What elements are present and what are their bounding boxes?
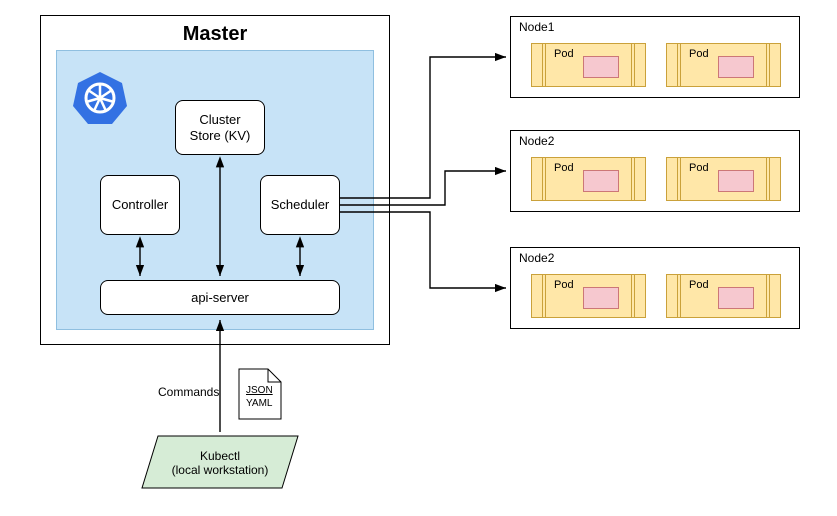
file-label-yaml: YAML <box>246 398 273 409</box>
node-3-pod-1: Pod <box>531 274 646 318</box>
node-2-pod-2: Pod <box>666 157 781 201</box>
node-3-pod-2: Pod <box>666 274 781 318</box>
api-server-box: api-server <box>100 280 340 315</box>
node-2-title: Node2 <box>519 134 554 148</box>
commands-label: Commands <box>158 385 219 399</box>
node-3: Node2 Pod Pod <box>510 247 800 329</box>
node-1-title: Node1 <box>519 20 554 34</box>
controller-box: Controller <box>100 175 180 235</box>
api-server-label: api-server <box>191 290 249 306</box>
node-2-pod-1: Pod <box>531 157 646 201</box>
architecture-diagram: Master Cluster Store (KV) Controller <box>0 0 837 516</box>
config-file-icon: JSON YAML <box>238 368 282 425</box>
node-1-pod-1: Pod <box>531 43 646 87</box>
node-1-pod-2: Pod <box>666 43 781 87</box>
controller-label: Controller <box>112 197 168 213</box>
file-label-json: JSON <box>246 385 273 396</box>
kubectl-label: Kubectl (local workstation) <box>172 449 269 477</box>
master-title: Master <box>183 22 247 46</box>
node-1: Node1 Pod Pod <box>510 16 800 98</box>
cluster-store-box: Cluster Store (KV) <box>175 100 265 155</box>
scheduler-label: Scheduler <box>271 197 330 213</box>
node-3-title: Node2 <box>519 251 554 265</box>
cluster-store-label: Cluster Store (KV) <box>190 112 251 143</box>
scheduler-box: Scheduler <box>260 175 340 235</box>
kubectl-box: Kubectl (local workstation) <box>140 435 300 495</box>
node-2: Node2 Pod Pod <box>510 130 800 212</box>
kubernetes-icon <box>72 70 128 131</box>
